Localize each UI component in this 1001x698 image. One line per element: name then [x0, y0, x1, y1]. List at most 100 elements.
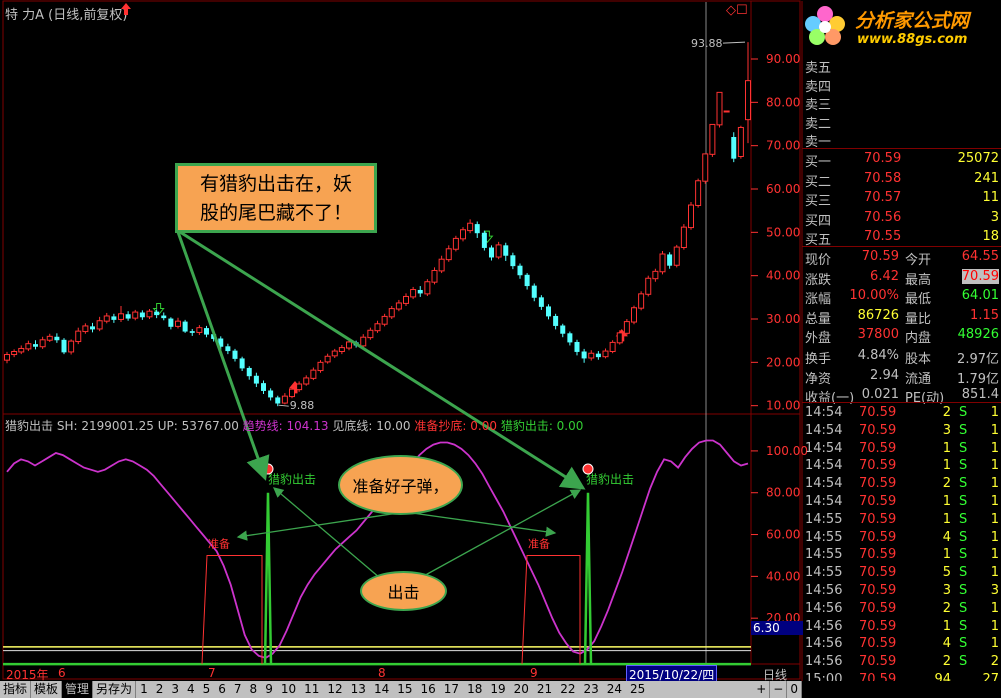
candle [652, 268, 659, 282]
candle-body [268, 390, 274, 398]
zoom-button[interactable]: 0 [787, 681, 802, 698]
template-number-button[interactable]: 3 [167, 681, 183, 698]
x-axis: 2015年 6 7 8 9 2015/10/22/四 日线 [0, 665, 800, 684]
candle-body [111, 316, 117, 320]
template-number-button[interactable]: 24 [603, 681, 626, 698]
candle [161, 312, 167, 321]
candle [381, 313, 388, 327]
divider [802, 148, 1001, 149]
candle-body [168, 318, 174, 327]
candle-body [581, 351, 587, 359]
candle-body [616, 332, 623, 344]
toolbar-tab[interactable]: 模板 [31, 681, 63, 698]
quote-row: 14:55 70.59 4 S 1 [802, 529, 1001, 547]
buy-level-label: 买二 [805, 174, 832, 190]
candle [33, 340, 38, 350]
tick-count: 1 [990, 494, 999, 509]
candle-body [424, 281, 431, 295]
quote-label: 流通 [905, 371, 932, 387]
sell-level-label: 卖三 [805, 98, 832, 113]
candle-body [139, 312, 145, 318]
template-number-button[interactable]: 10 [277, 681, 300, 698]
tick-count: 1 [990, 529, 999, 545]
template-number-button[interactable]: 4 [183, 681, 199, 698]
quote-label: 净资 [805, 371, 832, 387]
candle-body [495, 244, 502, 258]
candle [460, 227, 466, 242]
toolbar-tab[interactable]: 管理 [62, 681, 94, 698]
template-number-button[interactable]: 6 [214, 681, 230, 698]
callout-line-1: 有猎豹出击在，妖 [199, 173, 352, 195]
toolbar-tab[interactable]: 另存为 [93, 681, 137, 698]
template-number-button[interactable]: 15 [393, 681, 416, 698]
template-number-button[interactable]: 20 [510, 681, 533, 698]
template-number-button[interactable]: 8 [246, 681, 262, 698]
high-price-label: 93.88 [691, 37, 723, 50]
template-number-button[interactable]: 12 [323, 681, 346, 698]
quote-panel: 卖五 卖四 卖三 卖二 卖一 买一 70.59 25072 买二 70.58 241 买三 70.57 1… [802, 50, 1001, 687]
template-number-button[interactable]: 9 [261, 681, 277, 698]
quote-row: 净资 2.94 流通 1.79亿 [802, 367, 1001, 387]
candle [474, 221, 480, 238]
candle-body [246, 367, 252, 377]
template-number-button[interactable]: 22 [556, 681, 579, 698]
zoom-button[interactable]: − [770, 681, 788, 698]
candle [680, 224, 687, 250]
template-number-button[interactable]: 13 [347, 681, 370, 698]
candle-body [652, 270, 659, 280]
candle [324, 353, 331, 364]
template-number-button[interactable]: 2 [152, 681, 168, 698]
template-number-button[interactable]: 7 [230, 681, 246, 698]
template-number-button[interactable]: 11 [300, 681, 323, 698]
quote-row: 14:55 70.59 5 S 1 [802, 564, 1001, 582]
template-number-button[interactable]: 14 [370, 681, 393, 698]
template-number-button[interactable]: 5 [199, 681, 215, 698]
quote-row: 涨幅 10.00% 最低 64.01 [802, 287, 1001, 307]
buy-level-price: 70.59 [864, 151, 902, 166]
candle [239, 356, 245, 371]
candle-body [125, 314, 131, 319]
template-number-button[interactable]: 19 [486, 681, 509, 698]
attack-label: 猎豹出击 [268, 471, 316, 486]
candle-body [667, 254, 673, 266]
template-number-button[interactable]: 17 [440, 681, 463, 698]
candle-body [474, 224, 480, 234]
candle [253, 372, 259, 388]
window-controls-icon[interactable]: ◇☐ [726, 3, 748, 18]
template-number-button[interactable]: 18 [463, 681, 486, 698]
candle [246, 366, 252, 380]
template-number-button[interactable]: 16 [417, 681, 440, 698]
quote-value: 1.15 [970, 307, 999, 323]
quote-value: 2.94 [870, 367, 899, 383]
candle [481, 230, 487, 251]
candle-body [567, 333, 573, 343]
indicator-tick-label: 40.00 [766, 569, 800, 583]
candle [132, 309, 139, 321]
candle [204, 325, 209, 338]
candle [189, 328, 195, 336]
candle [616, 330, 623, 345]
tick-side: S [959, 600, 968, 616]
toolbar-tab[interactable]: 指标 [0, 681, 32, 698]
candle [403, 293, 409, 306]
candle [688, 202, 694, 230]
quote-label: 内盘 [905, 331, 932, 346]
tick-time: 14:56 [805, 618, 843, 634]
candle-body [395, 302, 402, 310]
template-number-button[interactable]: 1 [136, 681, 152, 698]
template-number-button[interactable]: 21 [533, 681, 556, 698]
candle-body [517, 265, 523, 276]
candle-body [410, 289, 417, 298]
template-number-button[interactable]: 25 [626, 681, 649, 698]
candle [431, 267, 438, 285]
quote-value: 6.42 [870, 268, 899, 284]
zoom-button[interactable]: + [753, 681, 771, 698]
candle-body [360, 336, 367, 347]
tick-count: 1 [990, 547, 999, 563]
quote-label: 现价 [805, 253, 832, 268]
quote-row: 14:54 70.59 1 S 1 [802, 457, 1001, 475]
template-number-button[interactable]: 23 [579, 681, 602, 698]
tick-side: S [959, 458, 968, 474]
up-arrow-icon [120, 2, 132, 16]
candle-body [61, 339, 67, 353]
